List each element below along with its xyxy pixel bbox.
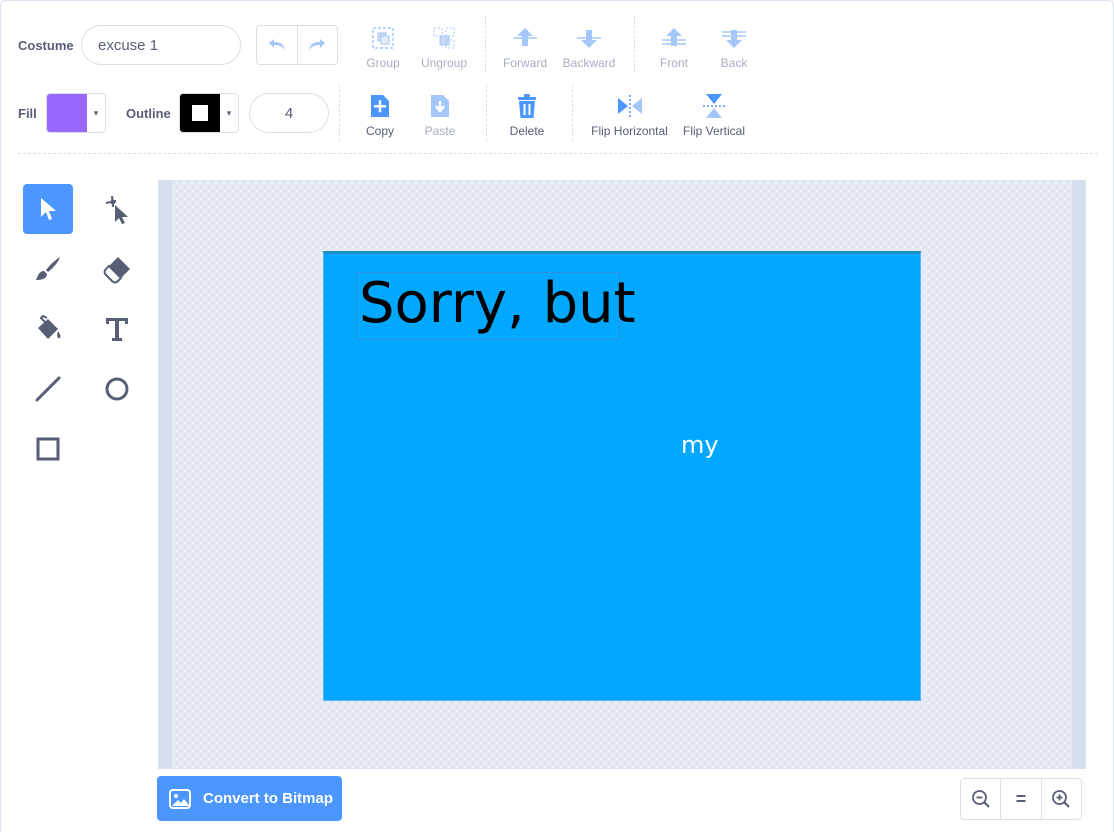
separator	[485, 16, 486, 72]
redo-icon	[309, 39, 326, 50]
text-tool[interactable]	[92, 304, 142, 354]
backward-label: Backward	[562, 56, 616, 70]
ungroup-icon	[429, 23, 459, 53]
flip-horizontal-icon	[615, 91, 645, 121]
fill-color-picker[interactable]: ▾	[46, 93, 106, 133]
front-label: Front	[659, 56, 688, 70]
copy-icon	[365, 91, 395, 121]
backward-icon	[574, 23, 604, 53]
zoom-reset-label: =	[1015, 788, 1027, 809]
canvas-text-small[interactable]: my	[681, 431, 719, 459]
eraser-icon	[103, 257, 130, 284]
forward-button[interactable]: Forward	[500, 23, 550, 70]
brush-tool[interactable]	[23, 244, 73, 294]
zoom-controls: =	[960, 778, 1082, 820]
fill-tool[interactable]	[23, 304, 73, 354]
front-icon	[659, 23, 689, 53]
flip-horizontal-button[interactable]: Flip Horizontal	[587, 91, 672, 138]
costume-label: Costume	[18, 38, 74, 53]
zoom-reset-button[interactable]: =	[1001, 779, 1042, 819]
select-tool[interactable]	[23, 184, 73, 234]
line-tool[interactable]	[23, 364, 73, 414]
zoom-in-button[interactable]	[1042, 779, 1081, 819]
paste-icon	[425, 91, 455, 121]
paste-button[interactable]: Paste	[420, 91, 460, 138]
rectangle-tool[interactable]	[23, 424, 73, 474]
back-button[interactable]: Back	[714, 23, 754, 70]
outline-label: Outline	[126, 106, 171, 121]
fill-label: Fill	[18, 106, 37, 121]
paste-label: Paste	[424, 124, 456, 138]
canvas-scroll-edge-right	[1072, 181, 1085, 768]
rectangle-icon	[36, 437, 60, 461]
image-icon	[169, 788, 191, 809]
flip-vertical-label: Flip Vertical	[682, 124, 746, 138]
zoom-in-icon	[1052, 790, 1071, 808]
forward-icon	[510, 23, 540, 53]
paint-canvas[interactable]: Sorry, but my	[158, 180, 1086, 769]
zoom-out-button[interactable]	[961, 779, 1002, 819]
outline-color-swatch	[180, 94, 220, 132]
undo-icon	[268, 39, 285, 50]
ungroup-button[interactable]: Ungroup	[419, 23, 469, 70]
flip-horizontal-label: Flip Horizontal	[591, 124, 668, 138]
eraser-tool[interactable]	[92, 244, 142, 294]
delete-label: Delete	[509, 124, 545, 138]
undo-button[interactable]	[257, 26, 298, 64]
toolbar-divider	[18, 153, 1098, 154]
group-label: Group	[366, 56, 400, 70]
outline-color-picker[interactable]: ▾	[179, 93, 239, 133]
canvas-text-large[interactable]: Sorry, but	[356, 272, 636, 340]
flip-vertical-button[interactable]: Flip Vertical	[679, 91, 749, 138]
convert-to-bitmap-label: Convert to Bitmap	[203, 790, 334, 807]
delete-button[interactable]: Delete	[504, 91, 550, 138]
zoom-out-icon	[971, 790, 990, 808]
copy-label: Copy	[365, 124, 394, 138]
back-label: Back	[720, 56, 748, 70]
circle-tool[interactable]	[92, 364, 142, 414]
separator	[486, 85, 487, 141]
line-icon	[35, 376, 61, 402]
canvas-scroll-edge-left	[159, 181, 172, 768]
forward-label: Forward	[502, 56, 547, 70]
redo-button[interactable]	[298, 26, 338, 64]
outline-width-input[interactable]: 4	[249, 93, 329, 133]
undo-redo-group	[256, 25, 338, 65]
separator	[339, 85, 340, 141]
chevron-down-icon: ▾	[226, 107, 232, 118]
group-icon	[368, 23, 398, 53]
arrow-pointer-icon	[41, 198, 56, 220]
text-icon	[106, 318, 128, 341]
back-icon	[719, 23, 749, 53]
flip-vertical-icon	[699, 91, 729, 121]
trash-icon	[512, 91, 542, 121]
paint-bucket-icon	[38, 314, 61, 339]
reshape-icon	[105, 195, 128, 224]
ungroup-label: Ungroup	[420, 56, 468, 70]
separator	[634, 16, 635, 72]
backward-button[interactable]: Backward	[559, 23, 619, 70]
chevron-down-icon: ▾	[93, 107, 99, 118]
group-button[interactable]: Group	[363, 23, 403, 70]
copy-button[interactable]: Copy	[360, 91, 400, 138]
fill-color-swatch	[47, 94, 87, 132]
convert-to-bitmap-button[interactable]: Convert to Bitmap	[157, 776, 342, 821]
costume-name-input[interactable]: excuse 1	[81, 25, 241, 65]
brush-icon	[36, 257, 60, 280]
circle-icon	[105, 377, 129, 401]
reshape-tool[interactable]	[92, 184, 142, 234]
front-button[interactable]: Front	[654, 23, 694, 70]
separator	[572, 85, 573, 141]
paint-editor: Costume excuse 1 Group Ungroup Forward B…	[0, 0, 1114, 832]
